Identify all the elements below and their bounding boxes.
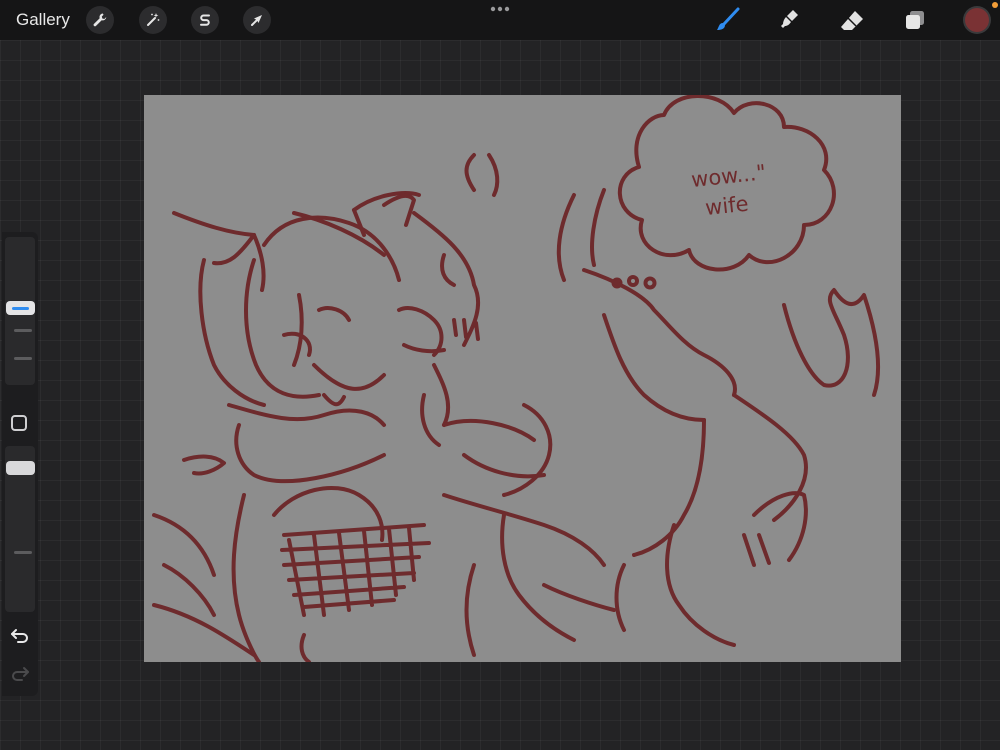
- brush-size-handle[interactable]: [6, 301, 35, 315]
- selection-s-icon[interactable]: [191, 6, 219, 34]
- more-dots-icon[interactable]: [489, 5, 511, 13]
- color-swatch[interactable]: [965, 8, 989, 32]
- arrow-cursor-icon[interactable]: [243, 6, 271, 34]
- magic-wand-icon[interactable]: [139, 6, 167, 34]
- opacity-tick: [14, 551, 32, 554]
- redo-icon[interactable]: [9, 662, 31, 684]
- eraser-icon[interactable]: [838, 6, 866, 34]
- gallery-button[interactable]: Gallery: [16, 10, 70, 30]
- smudge-icon[interactable]: [775, 6, 803, 34]
- wrench-icon[interactable]: [86, 6, 114, 34]
- left-sidebar: [2, 232, 38, 696]
- thought-bubble-line-2: wife: [704, 192, 750, 220]
- thought-bubble-line-1: wow...": [690, 160, 767, 192]
- layers-icon[interactable]: [901, 6, 929, 34]
- square-icon[interactable]: [11, 415, 27, 431]
- brush-icon[interactable]: [713, 6, 741, 34]
- size-tick: [14, 357, 32, 360]
- undo-icon[interactable]: [9, 624, 31, 646]
- brush-opacity-handle[interactable]: [6, 461, 35, 475]
- sketch-artwork: wow..." wife: [152, 95, 881, 662]
- top-toolbar: Gallery: [0, 0, 1000, 40]
- drawing-canvas[interactable]: wow..." wife: [144, 95, 901, 662]
- size-tick: [14, 329, 32, 332]
- notification-dot: [992, 2, 998, 8]
